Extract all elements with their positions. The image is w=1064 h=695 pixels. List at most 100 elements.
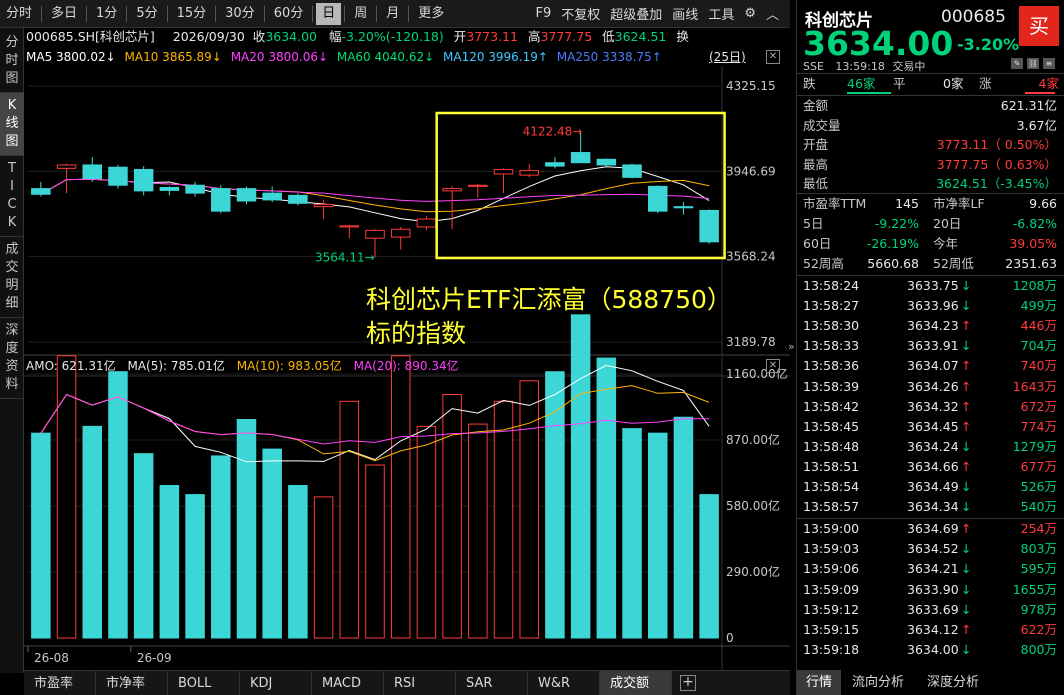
candle-body[interactable] [442, 188, 462, 192]
tick-row[interactable]: 13:58:39 3634.26 ↑ 1643万 [803, 377, 1057, 397]
period-1[interactable]: 多日 [45, 3, 83, 25]
volume-bar[interactable] [236, 419, 257, 639]
indicator-tab-7[interactable]: W&R [528, 670, 600, 695]
volume-bar[interactable] [596, 357, 617, 639]
candle-body[interactable] [108, 166, 128, 186]
tick-row[interactable]: 13:58:48 3634.24 ↓ 1279万 [803, 437, 1057, 457]
period-4[interactable]: 15分 [171, 3, 213, 25]
period-3[interactable]: 5分 [130, 3, 163, 25]
candle-body[interactable] [31, 188, 51, 195]
candle-body[interactable] [673, 206, 694, 209]
candle-body[interactable] [519, 170, 539, 176]
candle-body[interactable] [596, 158, 617, 166]
volume-bar[interactable] [211, 455, 231, 639]
volume-bar[interactable] [468, 423, 488, 639]
candle-body[interactable] [82, 164, 103, 179]
volume-bar[interactable] [390, 355, 411, 639]
tool-3[interactable]: 画线 [667, 4, 703, 23]
tick-row[interactable]: 13:58:54 3634.49 ↓ 526万 [803, 477, 1057, 497]
volume-bar[interactable] [313, 496, 334, 639]
volume-bar[interactable] [108, 371, 128, 639]
buy-button[interactable]: 买 [1019, 6, 1059, 46]
tick-row[interactable]: 13:58:57 3634.34 ↓ 540万 [803, 497, 1057, 517]
volume-bar[interactable] [365, 464, 385, 639]
tick-row[interactable]: 13:59:00 3634.69 ↑ 254万 [803, 519, 1057, 539]
tick-row[interactable]: 13:58:33 3633.91 ↓ 704万 [803, 336, 1057, 356]
volume-bar[interactable] [622, 428, 642, 639]
volume-bar[interactable] [442, 393, 462, 639]
period-6[interactable]: 60分 [268, 3, 310, 25]
candle-body[interactable] [288, 194, 308, 204]
candle-body[interactable] [133, 168, 154, 192]
volume-bar[interactable] [262, 448, 282, 639]
volume-bar[interactable] [673, 416, 694, 639]
candle-body[interactable] [493, 168, 514, 175]
tick-row[interactable]: 13:59:18 3634.00 ↓ 800万 [803, 640, 1057, 660]
tick-row[interactable]: 13:58:30 3634.23 ↑ 446万 [803, 316, 1057, 336]
ma-count-link[interactable]: (25日) [709, 48, 746, 66]
tick-row[interactable]: 13:59:03 3634.52 ↓ 803万 [803, 539, 1057, 559]
tick-row[interactable]: 13:59:09 3633.90 ↓ 1655万 [803, 580, 1057, 600]
volume-bar[interactable] [519, 380, 539, 639]
indicator-tab-3[interactable]: KDJ [240, 670, 312, 695]
volume-bar[interactable] [493, 400, 514, 639]
close-amo-icon[interactable]: ✕ [766, 359, 780, 373]
edit-icon[interactable]: ✎ [1011, 58, 1023, 69]
volume-bar[interactable] [647, 432, 668, 639]
volume-bar[interactable] [82, 425, 103, 639]
volume-bar[interactable] [31, 432, 51, 639]
period-8[interactable]: 周 [348, 3, 373, 25]
add-indicator-icon[interactable]: + [680, 675, 696, 691]
candle-body[interactable] [365, 229, 385, 239]
tick-row[interactable]: 13:58:36 3634.07 ↑ 740万 [803, 356, 1057, 376]
candle-body[interactable] [236, 188, 257, 202]
tick-row[interactable]: 13:58:51 3634.66 ↑ 677万 [803, 457, 1057, 477]
view-tab-3[interactable]: 成交明细 [0, 237, 24, 318]
indicator-tab-0[interactable]: 市盈率 [24, 670, 96, 695]
volume-bar[interactable] [288, 485, 308, 639]
tick-row[interactable]: 13:58:27 3633.96 ↓ 499万 [803, 296, 1057, 316]
quote-tab-2[interactable]: 深度分析 [915, 670, 991, 695]
candle-body[interactable] [570, 152, 591, 164]
candle-body[interactable] [159, 186, 180, 191]
volume-bar[interactable] [133, 453, 154, 639]
indicator-tab-2[interactable]: BOLL [168, 670, 240, 695]
quote-tab-1[interactable]: 流向分析 [843, 670, 913, 695]
candle-body[interactable] [262, 192, 282, 201]
candle-body[interactable] [647, 185, 668, 212]
candle-body[interactable] [622, 164, 642, 178]
candle-body[interactable] [545, 162, 565, 167]
chevron-up-icon[interactable]: ︿ [761, 4, 784, 23]
indicator-tab-8[interactable]: 成交额 [600, 670, 672, 695]
candle-body[interactable] [390, 228, 411, 238]
period-0[interactable]: 分时 [0, 3, 38, 25]
volume-bar[interactable] [185, 494, 205, 639]
volume-bar[interactable] [416, 425, 437, 639]
close-ma-icon[interactable]: ✕ [766, 50, 780, 64]
period-5[interactable]: 30分 [219, 3, 261, 25]
tool-0[interactable]: F9 [531, 6, 557, 21]
tool-2[interactable]: 超级叠加 [605, 4, 667, 23]
link-icon[interactable]: ⛓ [1027, 58, 1039, 69]
candle-body[interactable] [56, 164, 77, 169]
view-tab-0[interactable]: 分时图 [0, 28, 24, 93]
tick-row[interactable]: 13:59:15 3634.12 ↑ 622万 [803, 620, 1057, 640]
tool-4[interactable]: 工具 [703, 4, 739, 23]
candle-body[interactable] [185, 184, 205, 194]
tool-1[interactable]: 不复权 [556, 4, 605, 23]
indicator-tab-1[interactable]: 市净率 [96, 670, 168, 695]
view-tab-2[interactable]: TICK [0, 156, 24, 237]
tick-row[interactable]: 13:58:24 3633.75 ↓ 1208万 [803, 276, 1057, 296]
candle-body[interactable] [416, 218, 437, 228]
volume-bar[interactable] [339, 400, 360, 639]
tick-row[interactable]: 13:59:06 3634.21 ↓ 595万 [803, 559, 1057, 579]
indicator-tab-4[interactable]: MACD [312, 670, 384, 695]
volume-bar[interactable] [56, 355, 77, 639]
tick-row[interactable]: 13:58:45 3634.45 ↑ 774万 [803, 417, 1057, 437]
candle-body[interactable] [339, 225, 360, 228]
indicator-tab-6[interactable]: SAR [456, 670, 528, 695]
more-icon[interactable]: ≡ [1043, 58, 1055, 69]
quote-tab-0[interactable]: 行情 [797, 670, 841, 695]
period-2[interactable]: 1分 [90, 3, 123, 25]
candle-body[interactable] [211, 188, 231, 212]
